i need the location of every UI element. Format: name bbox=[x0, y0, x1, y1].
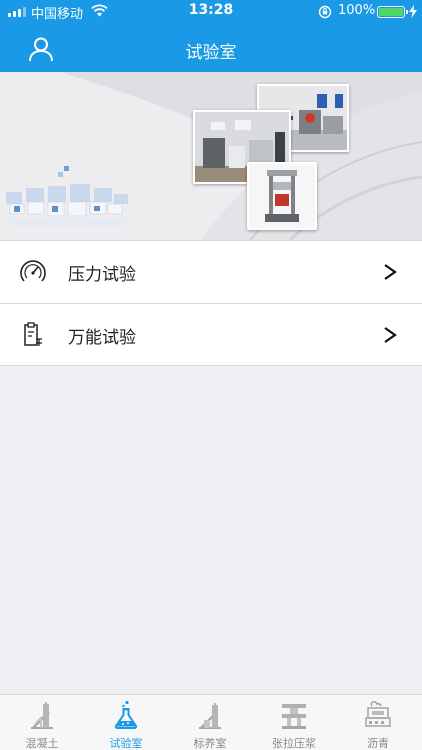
curing-room-icon bbox=[199, 703, 221, 729]
app-header: 中国移动 13:28 100% 试验室 bbox=[0, 0, 422, 72]
lab-banner bbox=[0, 72, 422, 240]
battery-icon bbox=[377, 6, 408, 18]
asphalt-plant-icon bbox=[365, 700, 391, 727]
tab-label: 沥青 bbox=[367, 737, 389, 750]
battery-percentage: 100% bbox=[338, 3, 376, 18]
tension-grouting-icon bbox=[282, 704, 306, 729]
page-title: 试验室 bbox=[185, 43, 237, 63]
lab-photo-press-machine bbox=[247, 162, 317, 230]
tab-asphalt[interactable]: 沥青 bbox=[336, 695, 420, 750]
tab-label: 张拉压浆 bbox=[272, 737, 316, 750]
menu-item-universal-test[interactable]: 万能试验 bbox=[0, 303, 422, 365]
chevron-right-icon bbox=[384, 327, 397, 343]
pressure-gauge-icon bbox=[20, 260, 46, 282]
data-cubes-graphic bbox=[4, 166, 132, 226]
menu-item-pressure-test[interactable]: 压力试验 bbox=[0, 241, 422, 303]
tab-laboratory[interactable]: 试验室 bbox=[84, 695, 168, 750]
menu-item-label: 压力试验 bbox=[68, 265, 136, 285]
tab-label: 混凝土 bbox=[25, 737, 59, 750]
bottom-tab-bar: 混凝土 试验室 标养室 张拉压浆 沥青 bbox=[0, 694, 422, 750]
tab-tension-grouting[interactable]: 张拉压浆 bbox=[252, 695, 336, 750]
universal-test-document-icon bbox=[24, 322, 42, 346]
tab-label: 试验室 bbox=[109, 737, 143, 750]
flask-icon bbox=[114, 700, 138, 729]
menu-item-label: 万能试验 bbox=[68, 328, 136, 348]
tab-concrete[interactable]: 混凝土 bbox=[0, 695, 84, 750]
charging-icon bbox=[409, 5, 417, 18]
status-bar: 中国移动 13:28 100% bbox=[0, 0, 422, 24]
concrete-tower-icon bbox=[31, 702, 53, 729]
rotation-lock-icon bbox=[318, 5, 332, 19]
tab-curing-room[interactable]: 标养室 bbox=[168, 695, 252, 750]
chevron-right-icon bbox=[384, 264, 397, 280]
tab-label: 标养室 bbox=[193, 737, 227, 750]
test-menu-list: 压力试验 万能试验 bbox=[0, 240, 422, 366]
